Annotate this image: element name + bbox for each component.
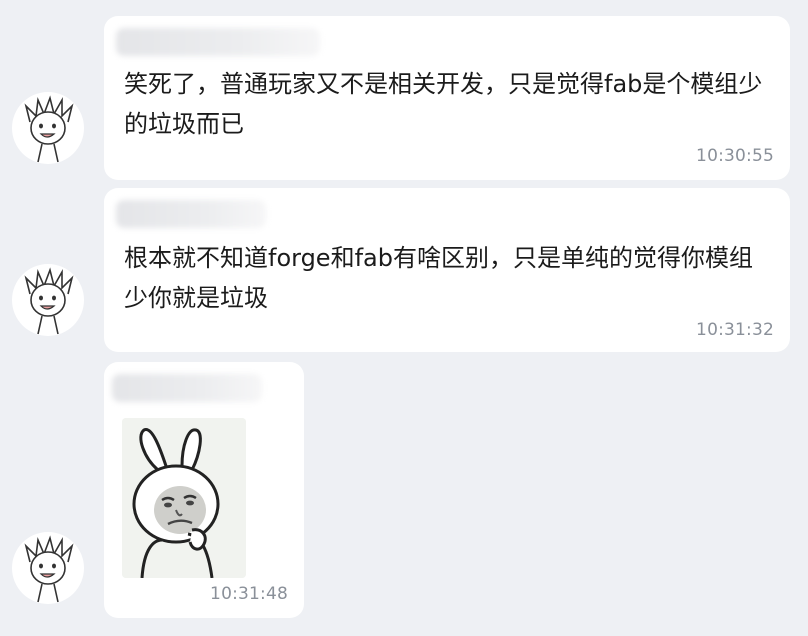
message-bubble[interactable]: 用户 10:31:4 bbox=[104, 362, 304, 618]
message-timestamp: 10:31:48 bbox=[210, 584, 288, 604]
chat-message-list: 用户 笑死了，普通玩家又不是相关开发，只是觉得fab是个模组少的垃圾而已 10:… bbox=[0, 0, 808, 636]
message-timestamp: 10:31:32 bbox=[696, 320, 774, 340]
sender-avatar[interactable] bbox=[12, 532, 84, 604]
cartoon-boy-icon bbox=[24, 535, 74, 603]
sticker-image[interactable] bbox=[122, 418, 246, 578]
sender-name: 用户 bbox=[112, 374, 262, 402]
bunny-meme-sticker-icon bbox=[122, 418, 246, 578]
cartoon-boy-icon bbox=[24, 95, 74, 163]
message-bubble[interactable]: 用户 笑死了，普通玩家又不是相关开发，只是觉得fab是个模组少的垃圾而已 10:… bbox=[104, 16, 790, 180]
message-text: 根本就不知道forge和fab有啥区别，只是单纯的觉得你模组少你就是垃圾 bbox=[124, 244, 753, 312]
message-text: 笑死了，普通玩家又不是相关开发，只是觉得fab是个模组少的垃圾而已 bbox=[124, 70, 763, 138]
sender-avatar[interactable] bbox=[12, 92, 84, 164]
message-timestamp: 10:30:55 bbox=[696, 146, 774, 166]
sender-name: 用户 bbox=[116, 28, 320, 56]
sender-avatar[interactable] bbox=[12, 264, 84, 336]
message-bubble[interactable]: 用户 根本就不知道forge和fab有啥区别，只是单纯的觉得你模组少你就是垃圾 … bbox=[104, 188, 790, 352]
sender-name: 用户 bbox=[116, 200, 266, 228]
cartoon-boy-icon bbox=[24, 267, 74, 335]
